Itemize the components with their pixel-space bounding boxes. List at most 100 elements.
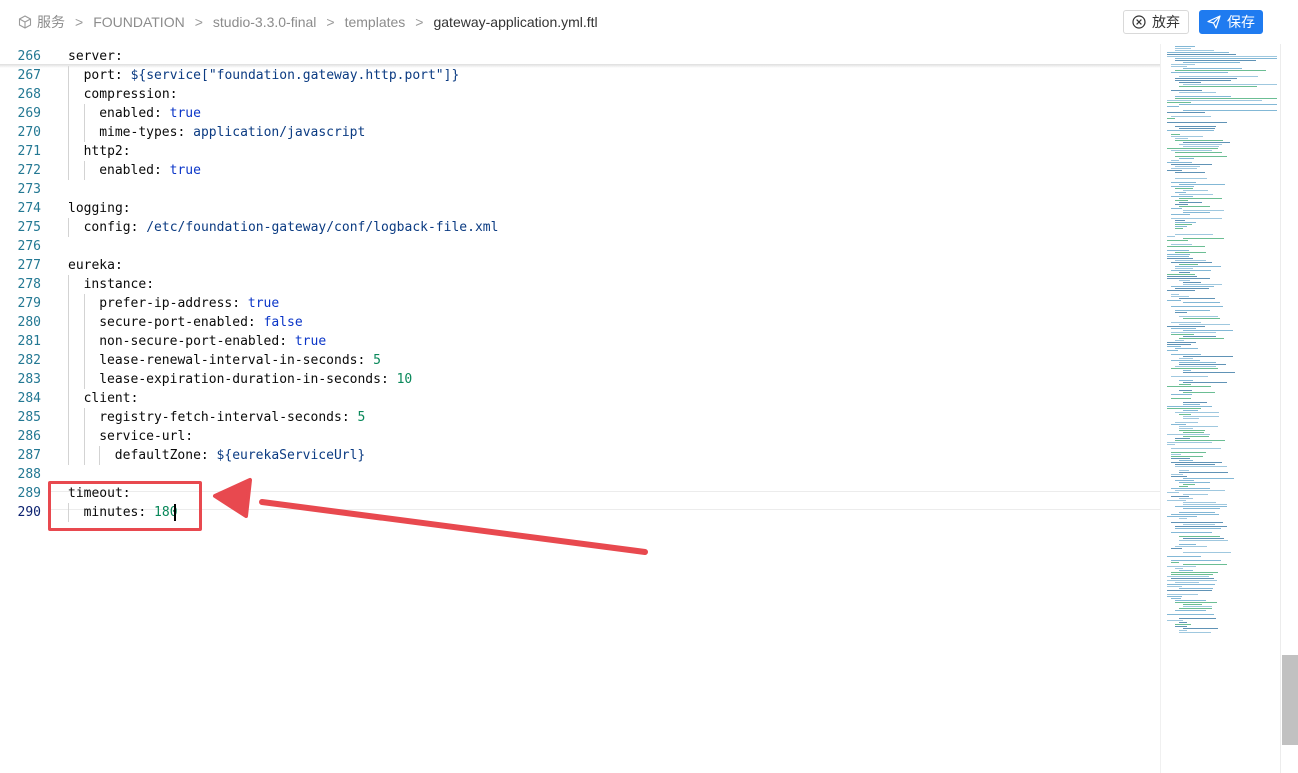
code-line[interactable]: 276 (0, 237, 1160, 256)
code-text: enabled: true (99, 161, 201, 180)
indent-guide (68, 313, 69, 332)
code-line[interactable]: 268 compression: (0, 85, 1160, 104)
minimap-line (1167, 620, 1183, 621)
breadcrumb-separator: > (326, 14, 335, 30)
minimap-line (1175, 266, 1221, 267)
yaml-key: config (83, 220, 131, 235)
code-line[interactable]: 275 config: /etc/foundation-gateway/conf/… (0, 218, 1160, 237)
code-line[interactable]: 280 secure-port-enabled: false (0, 313, 1160, 332)
line-number: 285 (17, 410, 41, 425)
code-line[interactable]: 269 enabled: true (0, 104, 1160, 123)
minimap-line (1167, 300, 1181, 301)
code-line[interactable]: 282 lease-renewal-interval-in-seconds: 5 (0, 351, 1160, 370)
minimap-line (1175, 172, 1205, 173)
minimap-line (1167, 56, 1277, 57)
minimap-line (1167, 170, 1182, 171)
minimap-line (1175, 252, 1206, 253)
minimap-line (1179, 570, 1193, 571)
indent-guide (83, 313, 85, 332)
code-minimap[interactable] (1160, 44, 1281, 773)
line-number: 278 (17, 277, 41, 292)
save-button[interactable]: 保存 (1199, 10, 1263, 34)
code-line[interactable]: 286 service-url: (0, 427, 1160, 446)
breadcrumb-item-templates[interactable]: templates (345, 14, 406, 30)
breadcrumb-item-studio[interactable]: studio-3.3.0-final (213, 14, 317, 30)
minimap-line (1171, 572, 1218, 573)
minimap-line (1183, 84, 1277, 85)
close-circle-icon (1132, 15, 1146, 29)
code-line[interactable]: 271 http2: (0, 142, 1160, 161)
yaml-key: service-url (99, 429, 186, 444)
minimap-line (1171, 476, 1187, 477)
indent-guide (68, 66, 69, 85)
yaml-colon: : (247, 315, 264, 330)
yaml-key: mime-types (99, 125, 178, 140)
code-line[interactable]: 273 (0, 180, 1160, 199)
code-line[interactable]: 270 mime-types: application/javascript (0, 123, 1160, 142)
minimap-line (1171, 496, 1189, 497)
minimap-line (1183, 210, 1224, 211)
yaml-key: non-secure-port-enabled (99, 334, 280, 349)
minimap-line (1179, 82, 1201, 83)
line-number: 274 (17, 201, 41, 216)
code-line[interactable]: 278 instance: (0, 275, 1160, 294)
yaml-key: enabled (99, 106, 154, 121)
minimap-line (1167, 586, 1182, 587)
yaml-colon: : (380, 372, 397, 387)
code-line[interactable]: 274 logging: (0, 199, 1160, 218)
breadcrumb-item-services[interactable]: 服务 (37, 12, 65, 32)
minimap-line (1171, 196, 1193, 197)
code-editor[interactable]: 266 server: 267 port: ${service["foundation… (0, 44, 1160, 773)
minimap-line (1175, 626, 1187, 627)
minimap-line (1171, 514, 1219, 515)
code-line[interactable]: 283 lease-expiration-duration-in-seconds:… (0, 370, 1160, 389)
minimap-line (1175, 602, 1217, 603)
yaml-value: 5 (373, 353, 381, 368)
minimap-line (1183, 502, 1216, 503)
minimap-line (1175, 268, 1193, 269)
discard-button[interactable]: 放弃 (1123, 10, 1189, 34)
minimap-line (1167, 434, 1210, 435)
editor-scrollbar[interactable] (1280, 44, 1298, 773)
indent-guide (68, 218, 69, 237)
code-line[interactable]: 285 registry-fetch-interval-seconds: 5 (0, 408, 1160, 427)
indent-guide (68, 427, 69, 446)
minimap-line (1183, 416, 1219, 417)
discard-label: 放弃 (1152, 14, 1180, 30)
code-line[interactable]: 281 non-secure-port-enabled: true (0, 332, 1160, 351)
line-number: 280 (17, 315, 41, 330)
send-icon (1207, 15, 1221, 29)
minimap-line (1167, 406, 1212, 407)
code-line[interactable]: 267 port: ${service["foundation.gateway.h… (0, 66, 1160, 85)
line-number: 277 (17, 258, 41, 273)
minimap-line (1167, 350, 1178, 351)
minimap-line (1167, 596, 1182, 597)
minimap-line (1175, 224, 1192, 225)
indent-guide (83, 294, 85, 313)
code-line[interactable]: 272 enabled: true (0, 161, 1160, 180)
minimap-line (1183, 382, 1227, 383)
minimap-line (1179, 144, 1222, 145)
editor-scroll-shadow (0, 64, 1160, 68)
indent-guide (83, 104, 85, 123)
code-text: http2: (84, 142, 131, 161)
indent-guide (68, 161, 69, 180)
code-text: enabled: true (99, 104, 201, 123)
minimap-line (1171, 562, 1179, 563)
code-text: prefer-ip-address: true (99, 294, 279, 313)
code-line[interactable]: 279 prefer-ip-address: true (0, 294, 1160, 313)
minimap-line (1167, 516, 1197, 517)
minimap-line (1179, 184, 1225, 185)
breadcrumb-item-foundation[interactable]: FOUNDATION (93, 14, 185, 30)
indent-guide (83, 446, 85, 465)
yaml-key: port (83, 68, 115, 83)
code-line[interactable]: 284 client: (0, 389, 1160, 408)
minimap-line (1183, 604, 1202, 605)
minimap-line (1179, 544, 1196, 545)
minimap-line (1179, 380, 1193, 381)
scrollbar-thumb[interactable] (1282, 655, 1298, 745)
minimap-line (1183, 436, 1209, 437)
line-number: 267 (17, 68, 41, 83)
code-line[interactable]: 277 eureka: (0, 256, 1160, 275)
code-line[interactable]: 287 defaultZone: ${eurekaServiceUrl} (0, 446, 1160, 465)
